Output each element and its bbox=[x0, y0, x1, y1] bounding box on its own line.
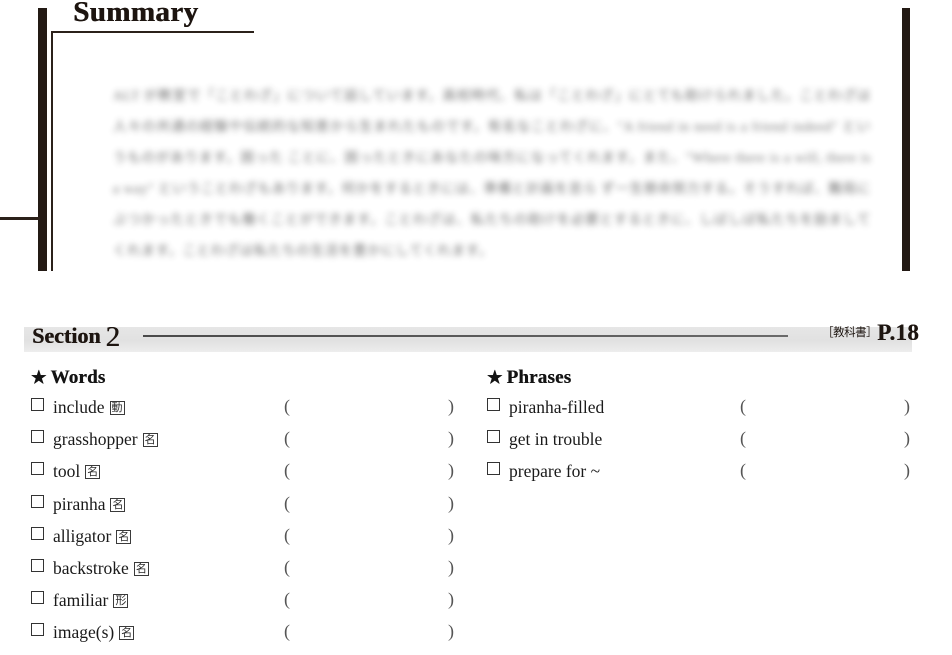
summary-left-bar bbox=[38, 8, 47, 271]
answer-paren-open: ( bbox=[740, 396, 746, 416]
summary-right-bar bbox=[902, 8, 910, 271]
vocab-row: get in trouble () bbox=[487, 428, 917, 461]
words-column: ★ Words include 動() grasshopper 名() tool 名() pi… bbox=[31, 367, 463, 655]
checkbox-icon[interactable] bbox=[31, 462, 44, 476]
answer-paren-close: ) bbox=[448, 589, 454, 610]
words-list: include 動 () grasshopper 名 () tool 名 () piranha 名 (… bbox=[31, 396, 463, 655]
vocab-term: tool bbox=[53, 461, 81, 482]
section-rule bbox=[143, 335, 788, 337]
summary-block: Summary ALT が教室で「ことわざ」について話しています。高校時代、私は… bbox=[0, 0, 952, 285]
textbook-tag-label: ［教科書］ bbox=[822, 325, 878, 339]
vocab-row: piranha-filled () bbox=[487, 396, 917, 429]
checkbox-icon[interactable] bbox=[31, 558, 44, 572]
part-of-speech-marker: 名 bbox=[119, 626, 135, 641]
vocab-term: grasshopper bbox=[53, 429, 138, 450]
star-icon: ★ bbox=[31, 368, 47, 387]
words-heading-label: Words bbox=[50, 367, 106, 388]
answer-paren-open: ( bbox=[284, 621, 290, 642]
vocab-row: prepare for ~ () bbox=[487, 460, 917, 493]
answer-paren-open: ( bbox=[284, 556, 290, 577]
summary-left-tick bbox=[0, 217, 40, 220]
checkbox-icon[interactable] bbox=[31, 398, 44, 411]
vocab-term: include bbox=[53, 397, 105, 417]
vocab-term: prepare for ~ bbox=[509, 461, 601, 482]
phrases-list: piranha-filled() get in trouble() prepare … bbox=[487, 396, 917, 494]
checkbox-icon[interactable] bbox=[31, 623, 44, 637]
answer-paren-open: ( bbox=[284, 524, 290, 545]
vocab-term: familiar bbox=[53, 590, 109, 611]
part-of-speech-marker: 名 bbox=[85, 465, 101, 480]
part-of-speech-marker: 名 bbox=[110, 497, 126, 512]
part-of-speech-marker: 形 bbox=[113, 594, 129, 609]
vocab-row: familiar 形 () bbox=[31, 589, 463, 622]
answer-paren-close: ) bbox=[448, 396, 454, 416]
vocab-term: piranha-filled bbox=[509, 397, 605, 417]
vocab-row: include 動 () bbox=[31, 396, 463, 429]
answer-paren-close: ) bbox=[448, 492, 454, 513]
vocab-term: alligator bbox=[53, 525, 112, 546]
vocab-row: grasshopper 名 () bbox=[31, 428, 463, 461]
vocab-term: image(s) bbox=[53, 622, 115, 643]
summary-body-text: ALT が教室で「ことわざ」について話しています。高校時代、私は「ことわざ」にと… bbox=[113, 88, 871, 258]
textbook-reference: ［教科書］P.18 bbox=[822, 320, 919, 346]
checkbox-icon[interactable] bbox=[487, 430, 500, 444]
vocab-term: piranha bbox=[53, 493, 106, 514]
section-title: Section 2 bbox=[32, 318, 120, 353]
textbook-page-number: P.18 bbox=[877, 320, 919, 345]
section-number: 2 bbox=[105, 321, 120, 353]
checkbox-icon[interactable] bbox=[31, 430, 44, 444]
answer-paren-open: ( bbox=[284, 492, 290, 513]
checkbox-icon[interactable] bbox=[487, 398, 500, 411]
part-of-speech-marker: 動 bbox=[109, 401, 125, 415]
section-grey-band bbox=[24, 327, 912, 352]
section-header: Section 2 ［教科書］P.18 bbox=[0, 318, 952, 358]
vocab-row: alligator 名 () bbox=[31, 524, 463, 558]
phrases-column: ★ Phrases piranha-filled () get in trouble (… bbox=[487, 367, 917, 494]
part-of-speech-marker: 名 bbox=[133, 561, 149, 576]
vocab-term: backstroke bbox=[53, 557, 129, 578]
vocab-term: get in trouble bbox=[509, 429, 603, 450]
answer-paren-close: ) bbox=[448, 460, 454, 481]
checkbox-icon[interactable] bbox=[31, 591, 44, 605]
answer-paren-close: ) bbox=[448, 524, 454, 545]
checkbox-icon[interactable] bbox=[31, 526, 44, 540]
answer-paren-close: ) bbox=[904, 396, 910, 416]
star-icon: ★ bbox=[487, 368, 503, 387]
vocab-row: image(s) 名 () bbox=[31, 621, 463, 654]
summary-title-rule bbox=[51, 31, 254, 33]
words-heading: ★ Words bbox=[31, 367, 463, 389]
answer-paren-open: ( bbox=[740, 460, 746, 481]
summary-title: Summary bbox=[73, 0, 199, 28]
answer-paren-open: ( bbox=[740, 428, 746, 449]
answer-paren-open: ( bbox=[284, 428, 290, 449]
answer-paren-close: ) bbox=[904, 428, 910, 449]
phrases-heading: ★ Phrases bbox=[487, 367, 917, 389]
answer-paren-open: ( bbox=[284, 589, 290, 610]
answer-paren-close: ) bbox=[448, 428, 454, 449]
answer-paren-close: ) bbox=[448, 621, 454, 642]
section-label-text: Section bbox=[32, 323, 101, 348]
part-of-speech-marker: 名 bbox=[116, 529, 132, 544]
checkbox-icon[interactable] bbox=[487, 462, 500, 476]
answer-paren-open: ( bbox=[284, 460, 290, 481]
vocab-row: piranha 名 () bbox=[31, 492, 463, 526]
summary-inner-rule bbox=[51, 31, 53, 271]
vocab-row: backstroke 名 () bbox=[31, 556, 463, 590]
answer-paren-open: ( bbox=[284, 396, 290, 416]
phrases-heading-label: Phrases bbox=[506, 367, 572, 388]
part-of-speech-marker: 名 bbox=[142, 433, 158, 448]
answer-paren-close: ) bbox=[904, 460, 910, 481]
answer-paren-close: ) bbox=[448, 556, 454, 577]
checkbox-icon[interactable] bbox=[31, 494, 44, 508]
vocab-row: tool 名 () bbox=[31, 460, 463, 493]
